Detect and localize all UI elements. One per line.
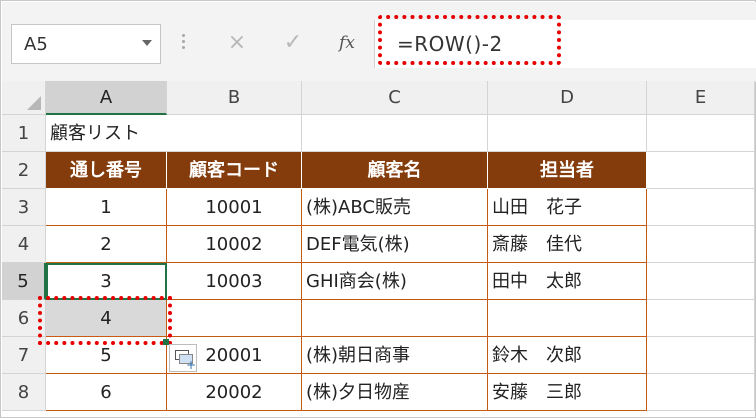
cancel-icon[interactable]: × xyxy=(222,28,252,58)
active-cell-a5[interactable]: 3 xyxy=(46,263,167,300)
row-header-4[interactable]: 4 xyxy=(2,226,46,263)
excel-window: A5 × ✓ fx =ROW()-2 A B C D E 1 2 3 4 5 6… xyxy=(0,0,756,418)
table-cell[interactable]: (株)夕日物産 xyxy=(302,374,488,411)
insert-function-icon[interactable]: fx xyxy=(332,28,362,58)
table-cell[interactable]: 20002 xyxy=(167,374,302,411)
table-cell[interactable]: 10003 xyxy=(167,263,302,300)
enter-icon[interactable]: ✓ xyxy=(278,28,308,58)
table-cell[interactable]: 6 xyxy=(46,374,167,411)
table-cell[interactable]: DEF電気(株) xyxy=(302,226,488,263)
table-cell[interactable]: 鈴木 次郎 xyxy=(488,337,647,374)
cell-e2[interactable] xyxy=(647,152,755,189)
table-cell[interactable]: 斎藤 佳代 xyxy=(488,226,647,263)
table-cell[interactable]: 10002 xyxy=(167,226,302,263)
cell-d1[interactable] xyxy=(488,115,647,152)
table-header-name[interactable]: 顧客名 xyxy=(302,152,488,189)
cell-c1[interactable] xyxy=(302,115,488,152)
table-header-number[interactable]: 通し番号 xyxy=(46,152,167,189)
table-cell[interactable]: 山田 花子 xyxy=(488,189,647,226)
row-header-3[interactable]: 3 xyxy=(2,189,46,226)
column-header-e[interactable]: E xyxy=(647,81,755,115)
row-header-5[interactable]: 5 xyxy=(2,263,46,300)
column-header-a[interactable]: A xyxy=(46,81,167,115)
table-cell[interactable]: 田中 太郎 xyxy=(488,263,647,300)
cell-e1[interactable] xyxy=(647,115,755,152)
grip-icon xyxy=(182,34,185,52)
table-header-staff[interactable]: 担当者 xyxy=(488,152,647,189)
cell-e6[interactable] xyxy=(647,300,755,337)
table-cell[interactable]: (株)朝日商事 xyxy=(302,337,488,374)
autofill-options-button[interactable]: + xyxy=(169,344,197,372)
table-cell[interactable]: 2 xyxy=(46,226,167,263)
table-cell[interactable] xyxy=(167,300,302,337)
plus-icon: + xyxy=(186,358,197,372)
table-cell[interactable]: 1 xyxy=(46,189,167,226)
cell-e5[interactable] xyxy=(647,263,755,300)
select-all-corner[interactable] xyxy=(2,81,46,115)
formula-highlight-annotation xyxy=(378,15,561,65)
column-header-d[interactable]: D xyxy=(488,81,647,115)
table-cell[interactable]: GHI商会(株) xyxy=(302,263,488,300)
cell-a6-highlight-annotation xyxy=(38,296,172,345)
table-cell[interactable]: (株)ABC販売 xyxy=(302,189,488,226)
column-header-c[interactable]: C xyxy=(302,81,488,115)
column-header-b[interactable]: B xyxy=(167,81,302,115)
table-header-code[interactable]: 顧客コード xyxy=(167,152,302,189)
row-header-2[interactable]: 2 xyxy=(2,152,46,189)
cell-e4[interactable] xyxy=(647,226,755,263)
table-cell[interactable]: 10001 xyxy=(167,189,302,226)
table-cell[interactable] xyxy=(302,300,488,337)
sheet-title-cell[interactable]: 顧客リスト xyxy=(46,115,167,152)
row-header-1[interactable]: 1 xyxy=(2,115,46,152)
name-box-value: A5 xyxy=(24,34,48,55)
cell-e3[interactable] xyxy=(647,189,755,226)
table-cell[interactable]: 安藤 三郎 xyxy=(488,374,647,411)
cell-e7[interactable] xyxy=(647,337,755,374)
name-box[interactable]: A5 xyxy=(11,24,161,64)
table-cell[interactable] xyxy=(488,300,647,337)
chevron-down-icon[interactable] xyxy=(142,40,152,46)
cell-e8[interactable] xyxy=(647,374,755,411)
row-header-8[interactable]: 8 xyxy=(2,374,46,411)
cell-b1[interactable] xyxy=(167,115,302,152)
